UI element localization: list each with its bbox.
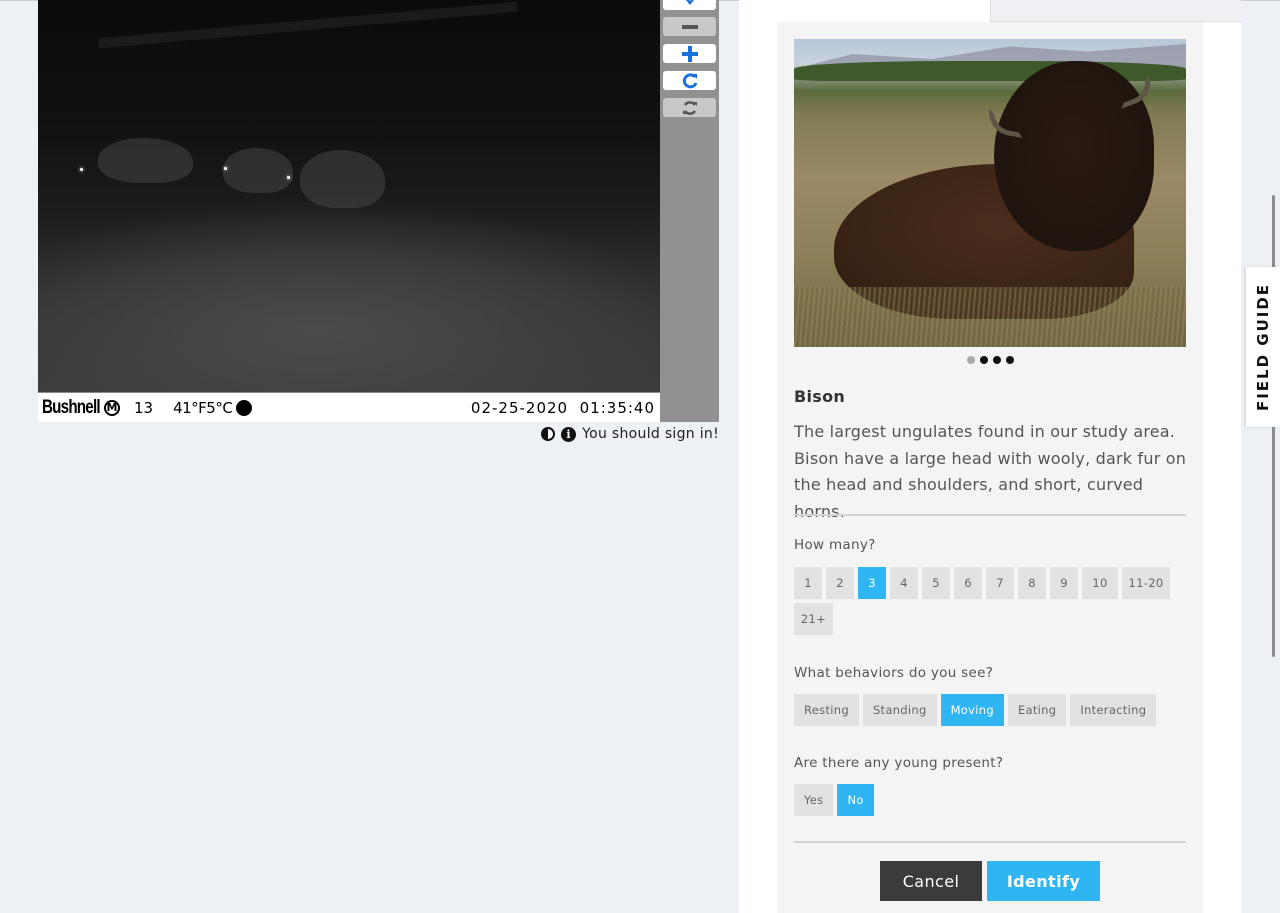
field-guide-tab[interactable]: FIELD GUIDE bbox=[1246, 267, 1280, 427]
camera-datetime: 02-25-2020 01:35:40 bbox=[470, 398, 655, 417]
zoom-in-button[interactable] bbox=[663, 44, 716, 63]
photo-horn bbox=[985, 107, 1027, 139]
species-name: Bison bbox=[794, 387, 846, 406]
count-option[interactable]: 9 bbox=[1050, 567, 1078, 599]
carousel-dot[interactable] bbox=[979, 356, 988, 364]
young-option[interactable]: Yes bbox=[794, 784, 834, 816]
signin-notice: i You should sign in! bbox=[541, 426, 719, 442]
plus-icon bbox=[681, 45, 698, 62]
camera-mode-badge: M bbox=[104, 399, 120, 416]
count-option[interactable]: 8 bbox=[1018, 567, 1046, 599]
photo-grass bbox=[794, 287, 1186, 347]
question-how-many: How many? bbox=[794, 537, 876, 553]
count-option[interactable]: 2 bbox=[826, 567, 854, 599]
camera-brand: Bushnell bbox=[42, 396, 101, 418]
cancel-button[interactable]: Cancel bbox=[880, 861, 982, 901]
count-option[interactable]: 10 bbox=[1082, 567, 1118, 599]
camera-temperature: 41°F5°C bbox=[173, 398, 233, 417]
task-area: Bison The largest ungulates found in our… bbox=[739, 0, 1241, 913]
chevron-down-icon[interactable] bbox=[663, 0, 716, 10]
refresh-icon bbox=[682, 100, 697, 115]
subject-image[interactable] bbox=[38, 0, 660, 392]
reset-button[interactable] bbox=[663, 98, 716, 117]
species-card: Bison The largest ungulates found in our… bbox=[777, 22, 1203, 913]
rotate-icon bbox=[682, 72, 697, 88]
count-option[interactable]: 5 bbox=[922, 567, 950, 599]
count-option[interactable]: 1 bbox=[794, 567, 822, 599]
count-option[interactable]: 6 bbox=[954, 567, 982, 599]
identify-button[interactable]: Identify bbox=[987, 861, 1100, 901]
photo-treeline bbox=[794, 61, 1186, 81]
count-option[interactable]: 4 bbox=[890, 567, 918, 599]
bison-silhouette bbox=[300, 150, 385, 208]
contrast-icon[interactable] bbox=[541, 427, 556, 441]
image-toolbar bbox=[660, 0, 719, 422]
bison-silhouette bbox=[98, 138, 193, 183]
carousel-dot[interactable] bbox=[992, 356, 1001, 364]
count-option-selected[interactable]: 3 bbox=[858, 567, 886, 599]
carousel-dots bbox=[777, 356, 1203, 364]
signin-message[interactable]: You should sign in! bbox=[582, 426, 719, 442]
young-option-selected[interactable]: No bbox=[837, 784, 874, 816]
divider bbox=[794, 514, 1186, 516]
species-photo bbox=[794, 39, 1186, 347]
moon-phase-icon bbox=[236, 399, 253, 416]
zoom-out-button[interactable] bbox=[663, 17, 716, 36]
rotate-button[interactable] bbox=[663, 71, 716, 90]
count-option[interactable]: 11-20 bbox=[1122, 567, 1170, 599]
ir-streak bbox=[98, 1, 518, 49]
subject-viewer: Bushnell M 13 41°F5°C 02-25-2020 01:35:4… bbox=[38, 0, 719, 422]
camera-info-bar: Bushnell M 13 41°F5°C 02-25-2020 01:35:4… bbox=[38, 392, 660, 422]
count-option[interactable]: 21+ bbox=[794, 603, 833, 635]
count-option[interactable]: 7 bbox=[986, 567, 1014, 599]
young-options: Yes No bbox=[794, 784, 1186, 816]
minus-icon bbox=[681, 24, 698, 29]
question-young: Are there any young present? bbox=[794, 755, 1004, 771]
tab-strip[interactable] bbox=[990, 0, 1241, 22]
divider bbox=[794, 841, 1186, 843]
behavior-option[interactable]: Standing bbox=[862, 694, 937, 726]
behavior-option[interactable]: Eating bbox=[1007, 694, 1067, 726]
bison-silhouette bbox=[223, 148, 293, 193]
carousel-dot[interactable] bbox=[1005, 356, 1014, 364]
species-description: The largest ungulates found in our study… bbox=[794, 422, 1187, 521]
question-behaviors: What behaviors do you see? bbox=[794, 665, 994, 681]
camera-number: 13 bbox=[134, 398, 154, 417]
eye-shine bbox=[80, 168, 83, 171]
info-icon[interactable]: i bbox=[561, 426, 577, 442]
behavior-option[interactable]: Resting bbox=[794, 694, 859, 726]
behavior-options: Resting Standing Moving Eating Interacti… bbox=[794, 694, 1186, 726]
eye-shine bbox=[287, 176, 290, 179]
behavior-option[interactable]: Interacting bbox=[1070, 694, 1157, 726]
field-guide-label: FIELD GUIDE bbox=[1254, 282, 1273, 412]
eye-shine bbox=[224, 167, 227, 170]
how-many-options: 1 2 3 4 5 6 7 8 9 10 11-20 21+ bbox=[794, 567, 1186, 635]
carousel-dot[interactable] bbox=[966, 356, 975, 364]
behavior-option-selected[interactable]: Moving bbox=[940, 694, 1004, 726]
